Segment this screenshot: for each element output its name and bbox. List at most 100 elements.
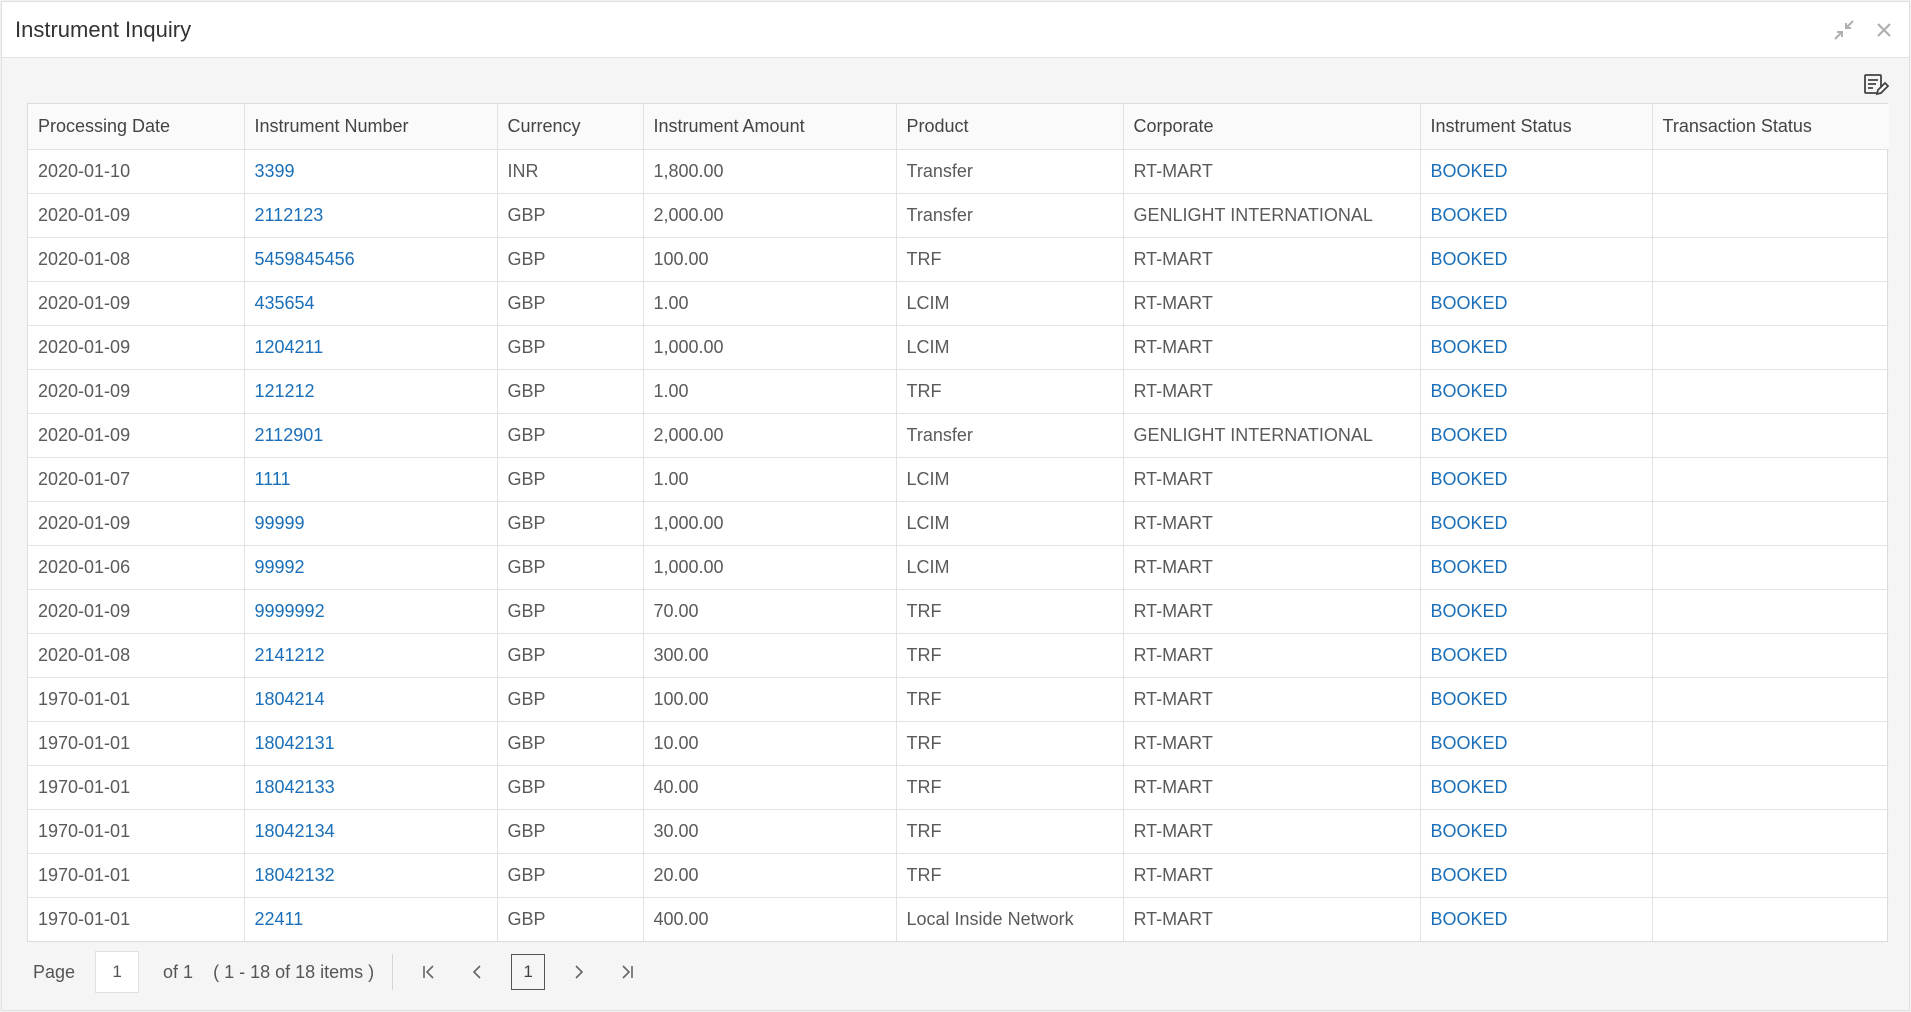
- table-header-row: Processing Date Instrument Number Currency…: [28, 104, 1889, 150]
- previous-page-icon[interactable]: [463, 958, 491, 986]
- table-row: 2020-01-08 2141212 GBP 300.00 TRF RT-MART BOOK…: [28, 633, 1889, 678]
- cell-instrument-status[interactable]: BOOKED: [1420, 501, 1653, 546]
- cell-instrument-status[interactable]: BOOKED: [1420, 853, 1653, 898]
- cell-instrument-number[interactable]: 435654: [244, 281, 498, 326]
- cell-instrument-status[interactable]: BOOKED: [1420, 897, 1653, 941]
- cell-instrument-status[interactable]: BOOKED: [1420, 281, 1653, 326]
- cell-transaction-status: [1652, 325, 1889, 370]
- column-header-product[interactable]: Product: [896, 104, 1124, 150]
- cell-instrument-status[interactable]: BOOKED: [1420, 369, 1653, 414]
- cell-instrument-number[interactable]: 99999: [244, 501, 498, 546]
- cell-product: LCIM: [896, 545, 1124, 590]
- cell-instrument-number[interactable]: 5459845456: [244, 237, 498, 282]
- cell-currency: INR: [497, 149, 644, 194]
- cell-transaction-status: [1652, 413, 1889, 458]
- cell-instrument-amount: 300.00: [643, 633, 897, 678]
- cell-processing-date: 2020-01-06: [28, 545, 245, 590]
- cell-instrument-status[interactable]: BOOKED: [1420, 633, 1653, 678]
- cell-processing-date: 1970-01-01: [28, 897, 245, 941]
- cell-processing-date: 2020-01-09: [28, 281, 245, 326]
- cell-transaction-status: [1652, 281, 1889, 326]
- cell-processing-date: 2020-01-09: [28, 589, 245, 634]
- cell-instrument-amount: 70.00: [643, 589, 897, 634]
- close-icon[interactable]: [1871, 17, 1897, 43]
- cell-instrument-status[interactable]: BOOKED: [1420, 765, 1653, 810]
- cell-currency: GBP: [497, 897, 644, 941]
- cell-instrument-number[interactable]: 18042134: [244, 809, 498, 854]
- cell-corporate: RT-MART: [1123, 633, 1421, 678]
- cell-instrument-number[interactable]: 9999992: [244, 589, 498, 634]
- cell-transaction-status: [1652, 501, 1889, 546]
- column-header-processing-date[interactable]: Processing Date: [28, 104, 245, 150]
- table-row: 2020-01-10 3399 INR 1,800.00 Transfer RT-MART…: [28, 149, 1889, 194]
- cell-product: Local Inside Network: [896, 897, 1124, 941]
- column-header-transaction-status[interactable]: Transaction Status: [1652, 104, 1889, 150]
- cell-instrument-number[interactable]: 1111: [244, 457, 498, 502]
- column-header-instrument-amount[interactable]: Instrument Amount: [643, 104, 897, 150]
- column-header-corporate[interactable]: Corporate: [1123, 104, 1421, 150]
- cell-instrument-number[interactable]: 1204211: [244, 325, 498, 370]
- cell-instrument-status[interactable]: BOOKED: [1420, 589, 1653, 634]
- cell-instrument-amount: 400.00: [643, 897, 897, 941]
- cell-instrument-number[interactable]: 18042132: [244, 853, 498, 898]
- cell-instrument-number[interactable]: 18042133: [244, 765, 498, 810]
- cell-product: TRF: [896, 633, 1124, 678]
- cell-instrument-number[interactable]: 2112901: [244, 413, 498, 458]
- cell-processing-date: 2020-01-09: [28, 325, 245, 370]
- cell-currency: GBP: [497, 545, 644, 590]
- table-row: 2020-01-09 9999992 GBP 70.00 TRF RT-MART BOOKE…: [28, 589, 1889, 634]
- instrument-grid: Processing Date Instrument Number Currency…: [27, 103, 1889, 942]
- page-button-1[interactable]: 1: [511, 954, 546, 990]
- cell-instrument-status[interactable]: BOOKED: [1420, 149, 1653, 194]
- cell-corporate: RT-MART: [1123, 457, 1421, 502]
- cell-currency: GBP: [497, 809, 644, 854]
- column-header-instrument-status[interactable]: Instrument Status: [1420, 104, 1653, 150]
- cell-instrument-status[interactable]: BOOKED: [1420, 413, 1653, 458]
- edit-table-icon[interactable]: [1861, 70, 1891, 100]
- cell-processing-date: 2020-01-07: [28, 457, 245, 502]
- cell-corporate: RT-MART: [1123, 369, 1421, 414]
- cell-processing-date: 2020-01-08: [28, 237, 245, 282]
- cell-processing-date: 2020-01-09: [28, 369, 245, 414]
- next-page-icon[interactable]: [565, 958, 593, 986]
- cell-product: TRF: [896, 237, 1124, 282]
- instrument-table: Processing Date Instrument Number Currency…: [28, 104, 1889, 941]
- cell-instrument-number[interactable]: 2112123: [244, 193, 498, 238]
- table-row: 2020-01-08 5459845456 GBP 100.00 TRF RT-MART B…: [28, 237, 1889, 282]
- column-header-instrument-number[interactable]: Instrument Number: [244, 104, 498, 150]
- table-row: 1970-01-01 18042133 GBP 40.00 TRF RT-MART BOOK…: [28, 765, 1889, 810]
- cell-instrument-number[interactable]: 18042131: [244, 721, 498, 766]
- cell-instrument-number[interactable]: 99992: [244, 545, 498, 590]
- cell-currency: GBP: [497, 457, 644, 502]
- cell-corporate: GENLIGHT INTERNATIONAL: [1123, 413, 1421, 458]
- cell-instrument-status[interactable]: BOOKED: [1420, 237, 1653, 282]
- cell-currency: GBP: [497, 765, 644, 810]
- cell-instrument-amount: 1.00: [643, 457, 897, 502]
- cell-instrument-status[interactable]: BOOKED: [1420, 457, 1653, 502]
- window-controls: [1831, 17, 1897, 43]
- last-page-icon[interactable]: [613, 958, 641, 986]
- cell-instrument-status[interactable]: BOOKED: [1420, 193, 1653, 238]
- first-page-icon[interactable]: [415, 958, 443, 986]
- cell-instrument-amount: 2,000.00: [643, 193, 897, 238]
- cell-instrument-number[interactable]: 121212: [244, 369, 498, 414]
- table-row: 2020-01-09 121212 GBP 1.00 TRF RT-MART BOOKED: [28, 369, 1889, 414]
- cell-instrument-status[interactable]: BOOKED: [1420, 545, 1653, 590]
- column-header-currency[interactable]: Currency: [497, 104, 644, 150]
- table-row: 1970-01-01 18042132 GBP 20.00 TRF RT-MART BOOK…: [28, 853, 1889, 898]
- cell-instrument-number[interactable]: 3399: [244, 149, 498, 194]
- cell-currency: GBP: [497, 369, 644, 414]
- collapse-arrows-icon[interactable]: [1831, 17, 1857, 43]
- cell-instrument-status[interactable]: BOOKED: [1420, 809, 1653, 854]
- table-row: 2020-01-07 1111 GBP 1.00 LCIM RT-MART BOOKED: [28, 457, 1889, 502]
- page-number-input[interactable]: [95, 951, 140, 993]
- cell-instrument-number[interactable]: 22411: [244, 897, 498, 941]
- cell-corporate: RT-MART: [1123, 677, 1421, 722]
- cell-instrument-number[interactable]: 1804214: [244, 677, 498, 722]
- cell-instrument-status[interactable]: BOOKED: [1420, 721, 1653, 766]
- cell-instrument-number[interactable]: 2141212: [244, 633, 498, 678]
- instrument-inquiry-window: Instrument Inquiry Processing Date Instr…: [1, 1, 1910, 1011]
- cell-instrument-amount: 40.00: [643, 765, 897, 810]
- cell-instrument-status[interactable]: BOOKED: [1420, 325, 1653, 370]
- cell-instrument-status[interactable]: BOOKED: [1420, 677, 1653, 722]
